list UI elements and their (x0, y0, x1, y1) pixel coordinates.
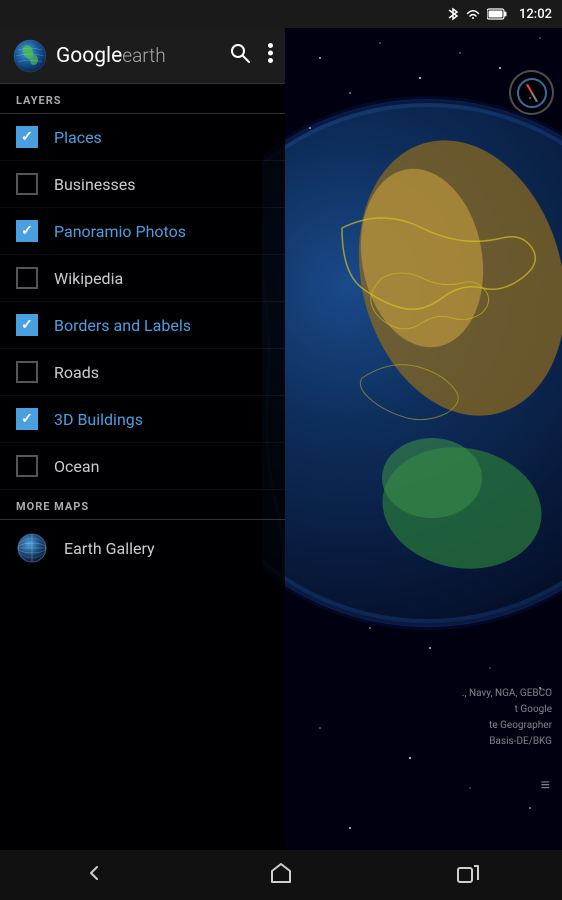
recents-button[interactable] (436, 853, 500, 898)
status-bar: 12:02 (0, 0, 562, 28)
status-time: 12:02 (519, 7, 552, 22)
earth-gallery-item[interactable]: Earth Gallery (0, 520, 285, 576)
compass[interactable] (509, 70, 554, 115)
layer-item-ocean[interactable]: Ocean (0, 443, 285, 490)
app-logo: Googleearth (12, 38, 230, 74)
checkbox-panoramio[interactable]: ✓ (16, 220, 38, 242)
status-icons: 12:02 (447, 6, 552, 22)
attribution-text: ., Navy, NGA, GEBCO t Google te Geograph… (462, 686, 552, 750)
app-header: Googleearth (0, 28, 285, 84)
menu-lines-icon[interactable]: ≡ (541, 775, 550, 795)
earth-text: earth (122, 44, 165, 67)
app-title: Googleearth (56, 44, 166, 68)
checkmark-panoramio: ✓ (21, 224, 33, 238)
earth-gallery-label: Earth Gallery (64, 539, 155, 558)
layer-item-businesses[interactable]: Businesses (0, 161, 285, 208)
layers-list: ✓ Places Businesses ✓ Panoramio Photos W… (0, 114, 285, 490)
layer-item-roads[interactable]: Roads (0, 349, 285, 396)
checkbox-places[interactable]: ✓ (16, 126, 38, 148)
layer-label-roads: Roads (54, 363, 99, 382)
bluetooth-icon (447, 6, 459, 22)
layer-label-borders: Borders and Labels (54, 316, 191, 335)
wifi-icon (465, 8, 481, 21)
header-actions (230, 43, 273, 68)
more-icon[interactable] (268, 43, 273, 68)
more-maps-section-header: MORE MAPS (0, 490, 285, 520)
nav-bar (0, 850, 562, 900)
checkbox-ocean[interactable] (16, 455, 38, 477)
google-text: Google (56, 44, 122, 68)
layer-item-borders[interactable]: ✓ Borders and Labels (0, 302, 285, 349)
layer-label-buildings: 3D Buildings (54, 410, 143, 429)
checkbox-borders[interactable]: ✓ (16, 314, 38, 336)
ge-logo-icon (12, 38, 48, 74)
layer-label-wikipedia: Wikipedia (54, 269, 123, 288)
checkmark-places: ✓ (21, 130, 33, 144)
search-icon[interactable] (230, 43, 250, 68)
layer-item-buildings[interactable]: ✓ 3D Buildings (0, 396, 285, 443)
layer-item-panoramio[interactable]: ✓ Panoramio Photos (0, 208, 285, 255)
layers-section-header: LAYERS (0, 84, 285, 114)
layer-label-places: Places (54, 128, 102, 147)
back-button[interactable] (62, 853, 126, 898)
layer-item-places[interactable]: ✓ Places (0, 114, 285, 161)
layer-item-wikipedia[interactable]: Wikipedia (0, 255, 285, 302)
checkmark-buildings: ✓ (21, 412, 33, 426)
checkbox-wikipedia[interactable] (16, 267, 38, 289)
checkbox-roads[interactable] (16, 361, 38, 383)
checkmark-borders: ✓ (21, 318, 33, 332)
checkbox-buildings[interactable]: ✓ (16, 408, 38, 430)
layer-label-panoramio: Panoramio Photos (54, 222, 186, 241)
layer-label-businesses: Businesses (54, 175, 136, 194)
left-panel: Googleearth LAYERS (0, 28, 285, 850)
earth-gallery-icon (16, 532, 48, 564)
layer-label-ocean: Ocean (54, 457, 99, 476)
home-button[interactable] (249, 853, 313, 898)
battery-icon (487, 8, 507, 20)
compass-inner (517, 78, 547, 108)
earth-globe (262, 78, 562, 648)
checkbox-businesses[interactable] (16, 173, 38, 195)
compass-needle (526, 83, 538, 101)
